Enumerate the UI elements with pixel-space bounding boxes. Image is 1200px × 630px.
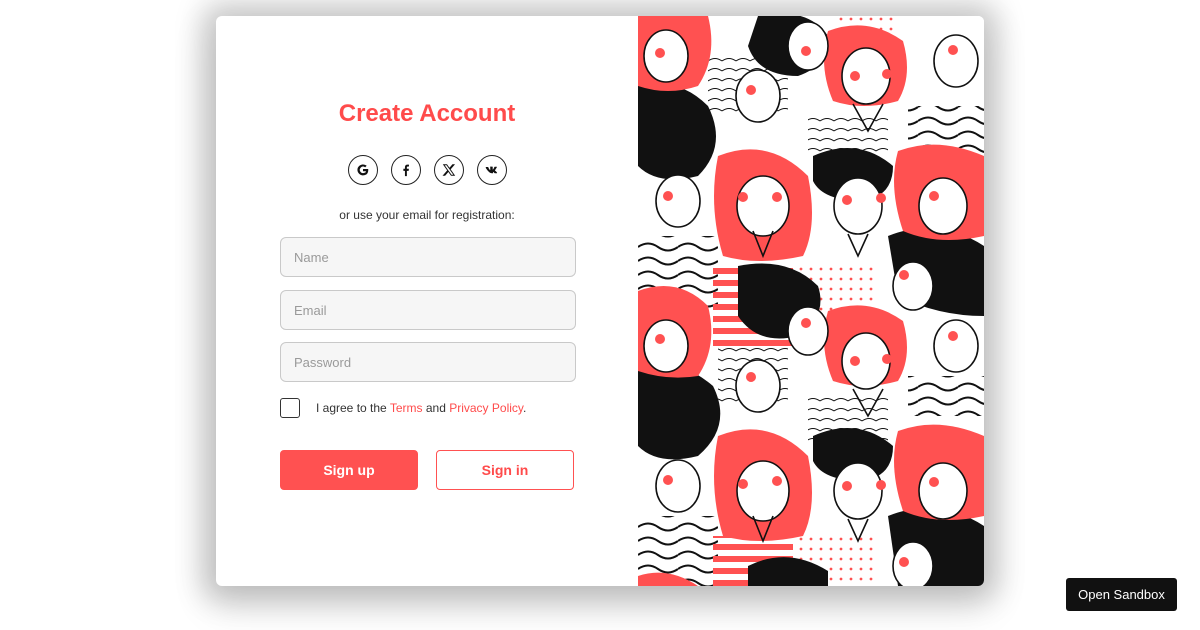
terms-agreement: I agree to the Terms and Privacy Policy. [280,398,526,418]
registration-hint: or use your email for registration: [339,208,515,222]
x-icon [442,164,456,176]
facebook-icon [403,164,409,177]
name-field[interactable] [280,237,576,277]
vk-icon [485,166,498,174]
google-icon [357,164,369,176]
crowd-illustration [638,16,984,586]
vk-login-button[interactable] [477,155,507,185]
password-field[interactable] [280,342,576,382]
agree-suffix: . [523,401,527,415]
facebook-login-button[interactable] [391,155,421,185]
crowd-of-women-illustration [638,16,984,586]
email-field[interactable] [280,290,576,330]
sign-in-button[interactable]: Sign in [436,450,574,490]
terms-checkbox[interactable] [280,398,300,418]
terms-text: I agree to the Terms and Privacy Policy. [316,401,526,415]
signup-card: Create Account or use your email for reg… [216,16,984,586]
page-title: Create Account [338,100,516,127]
social-login-group [348,155,507,185]
agree-prefix: I agree to the [316,401,390,415]
open-sandbox-button[interactable]: Open Sandbox [1066,578,1177,611]
x-login-button[interactable] [434,155,464,185]
terms-link[interactable]: Terms [390,401,423,415]
sign-up-button[interactable]: Sign up [280,450,418,490]
agree-and: and [422,401,450,415]
signup-form: Create Account or use your email for reg… [216,16,638,586]
privacy-policy-link[interactable]: Privacy Policy [449,401,523,415]
google-login-button[interactable] [348,155,378,185]
